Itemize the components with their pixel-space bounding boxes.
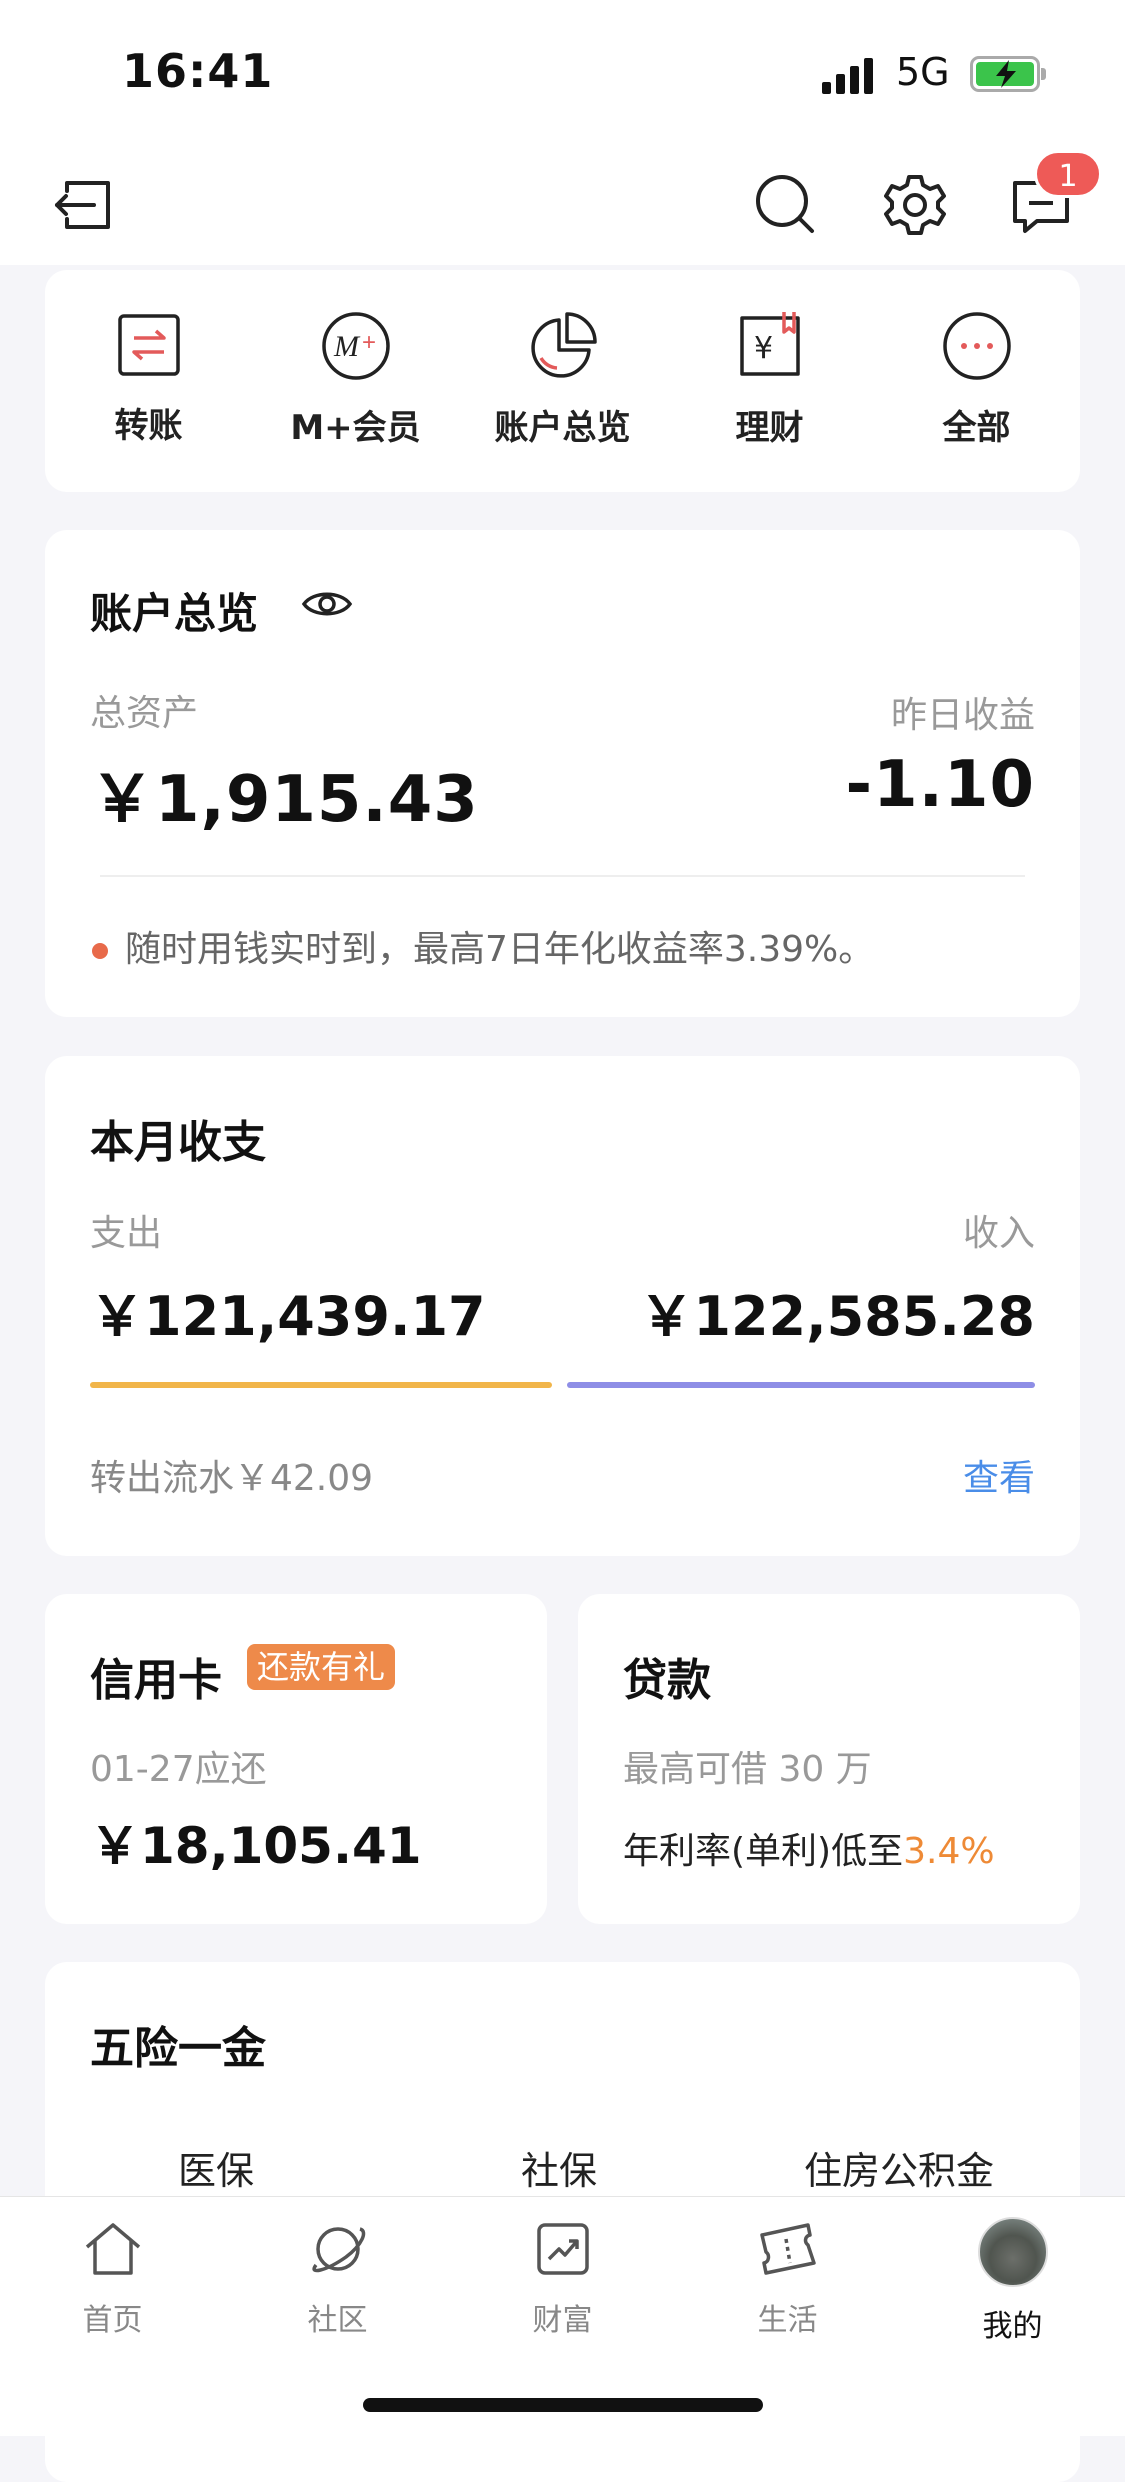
quick-action-label: M+会员 [290, 408, 421, 448]
mplus-member-icon: M + [321, 312, 390, 380]
quick-action-transfer[interactable]: 转账 [45, 310, 252, 447]
monthly-income-expense-card[interactable]: 本月收支 支出 收入 ￥121,439.17 ￥122,585.28 转出流水￥… [45, 1056, 1080, 1556]
yesterday-earnings-label: 昨日收益 [890, 695, 1035, 736]
search-icon[interactable] [746, 165, 826, 245]
avatar [977, 2217, 1048, 2287]
pie-chart-icon [530, 312, 597, 378]
home-icon [85, 2223, 140, 2275]
status-time: 16:41 [122, 44, 274, 98]
wealth-chart-icon [536, 2223, 589, 2275]
quick-action-mplus[interactable]: M + M+会员 [252, 310, 459, 449]
view-link[interactable]: 查看 [963, 1449, 1035, 1501]
tab-community[interactable]: 社区 [225, 2217, 450, 2339]
expense-bar [90, 1382, 552, 1388]
wealth-management-icon: ¥ [739, 312, 800, 376]
credit-card-card[interactable]: 信用卡 还款有礼 01-27应还 ￥18,105.41 [45, 1594, 547, 1924]
community-planet-icon [311, 2227, 365, 2273]
notice-dot [92, 943, 108, 959]
svg-text:+: + [362, 329, 376, 356]
loan-card[interactable]: 贷款 最高可借 30 万 年利率(单利)低至3.4% [578, 1594, 1080, 1924]
tab-mine[interactable]: 我的 [900, 2217, 1125, 2345]
svg-text:¥: ¥ [754, 331, 773, 366]
quick-action-wealth[interactable]: ¥ 理财 [666, 310, 873, 449]
insurance-item-social[interactable]: 社保 [521, 2140, 598, 2197]
insurance-title: 五险一金 [90, 2023, 266, 2074]
account-overview-title: 账户总览 [90, 580, 259, 649]
credit-card-title: 信用卡 [90, 1655, 222, 1706]
insurance-item-medical[interactable]: 医保 [178, 2140, 255, 2197]
quick-actions-card: 转账 M + M+会员 账户总览 ¥ 理财 全部 [45, 270, 1080, 492]
svg-text:M: M [333, 330, 361, 363]
transfer-out-flow: 转出流水￥42.09 [90, 1458, 374, 1499]
tab-label: 生活 [757, 2303, 818, 2338]
expense-value: ￥121,439.17 [90, 1285, 486, 1348]
tab-label: 首页 [82, 2303, 143, 2338]
repayment-gift-tag: 还款有礼 [247, 1644, 396, 1690]
total-assets-label: 总资产 [90, 693, 199, 734]
expense-label: 支出 [90, 1213, 163, 1254]
income-label: 收入 [962, 1213, 1035, 1254]
tab-wealth[interactable]: 财富 [450, 2217, 675, 2339]
quick-action-all[interactable]: 全部 [873, 310, 1080, 449]
loan-rate-value: 3.4% [903, 1831, 995, 1872]
logout-icon[interactable] [45, 165, 125, 245]
loan-limit: 最高可借 30 万 [623, 1749, 872, 1790]
ticket-icon [759, 2223, 816, 2275]
quick-action-account-overview[interactable]: 账户总览 [459, 310, 666, 449]
notification-badge: 1 [1034, 150, 1102, 198]
tab-label: 社区 [307, 2303, 368, 2338]
quick-action-label: 理财 [735, 408, 804, 448]
settings-gear-icon[interactable] [875, 165, 955, 245]
battery-charging-icon [970, 56, 1046, 92]
income-bar [567, 1382, 1035, 1388]
yesterday-earnings-value: -1.10 [845, 748, 1035, 822]
income-value: ￥122,585.28 [639, 1285, 1035, 1348]
credit-due-label: 01-27应还 [90, 1749, 267, 1790]
home-indicator [363, 2398, 763, 2412]
network-type: 5G [896, 50, 950, 94]
tab-life[interactable]: 生活 [675, 2217, 900, 2339]
promo-notice[interactable]: 随时用钱实时到，最高7日年化收益率3.39%。 [125, 920, 874, 972]
total-assets-value: ￥1,915.43 [90, 763, 479, 837]
signal-icon [822, 56, 880, 94]
top-bar [0, 140, 1125, 265]
status-bar: 16:41 5G [0, 0, 1125, 140]
credit-due-amount: ￥18,105.41 [90, 1817, 422, 1875]
loan-rate: 年利率(单利)低至3.4% [623, 1822, 995, 1874]
tab-label: 我的 [982, 2309, 1043, 2344]
more-icon [942, 312, 1011, 380]
monthly-title: 本月收支 [90, 1117, 266, 1168]
quick-action-label: 全部 [942, 408, 1011, 448]
tab-label: 财富 [532, 2303, 593, 2338]
transfer-icon [117, 314, 180, 376]
loan-title: 贷款 [623, 1655, 711, 1706]
divider [100, 875, 1025, 877]
insurance-item-housing-fund[interactable]: 住房公积金 [804, 2140, 995, 2197]
eye-visibility-icon[interactable] [301, 586, 353, 622]
quick-action-label: 账户总览 [494, 408, 631, 448]
quick-action-label: 转账 [114, 406, 183, 446]
loan-rate-prefix: 年利率(单利)低至 [623, 1831, 904, 1872]
account-overview-card[interactable]: 账户总览 总资产 昨日收益 ￥1,915.43 -1.10 随时用钱实时到，最高… [45, 530, 1080, 1017]
tab-home[interactable]: 首页 [0, 2217, 225, 2339]
